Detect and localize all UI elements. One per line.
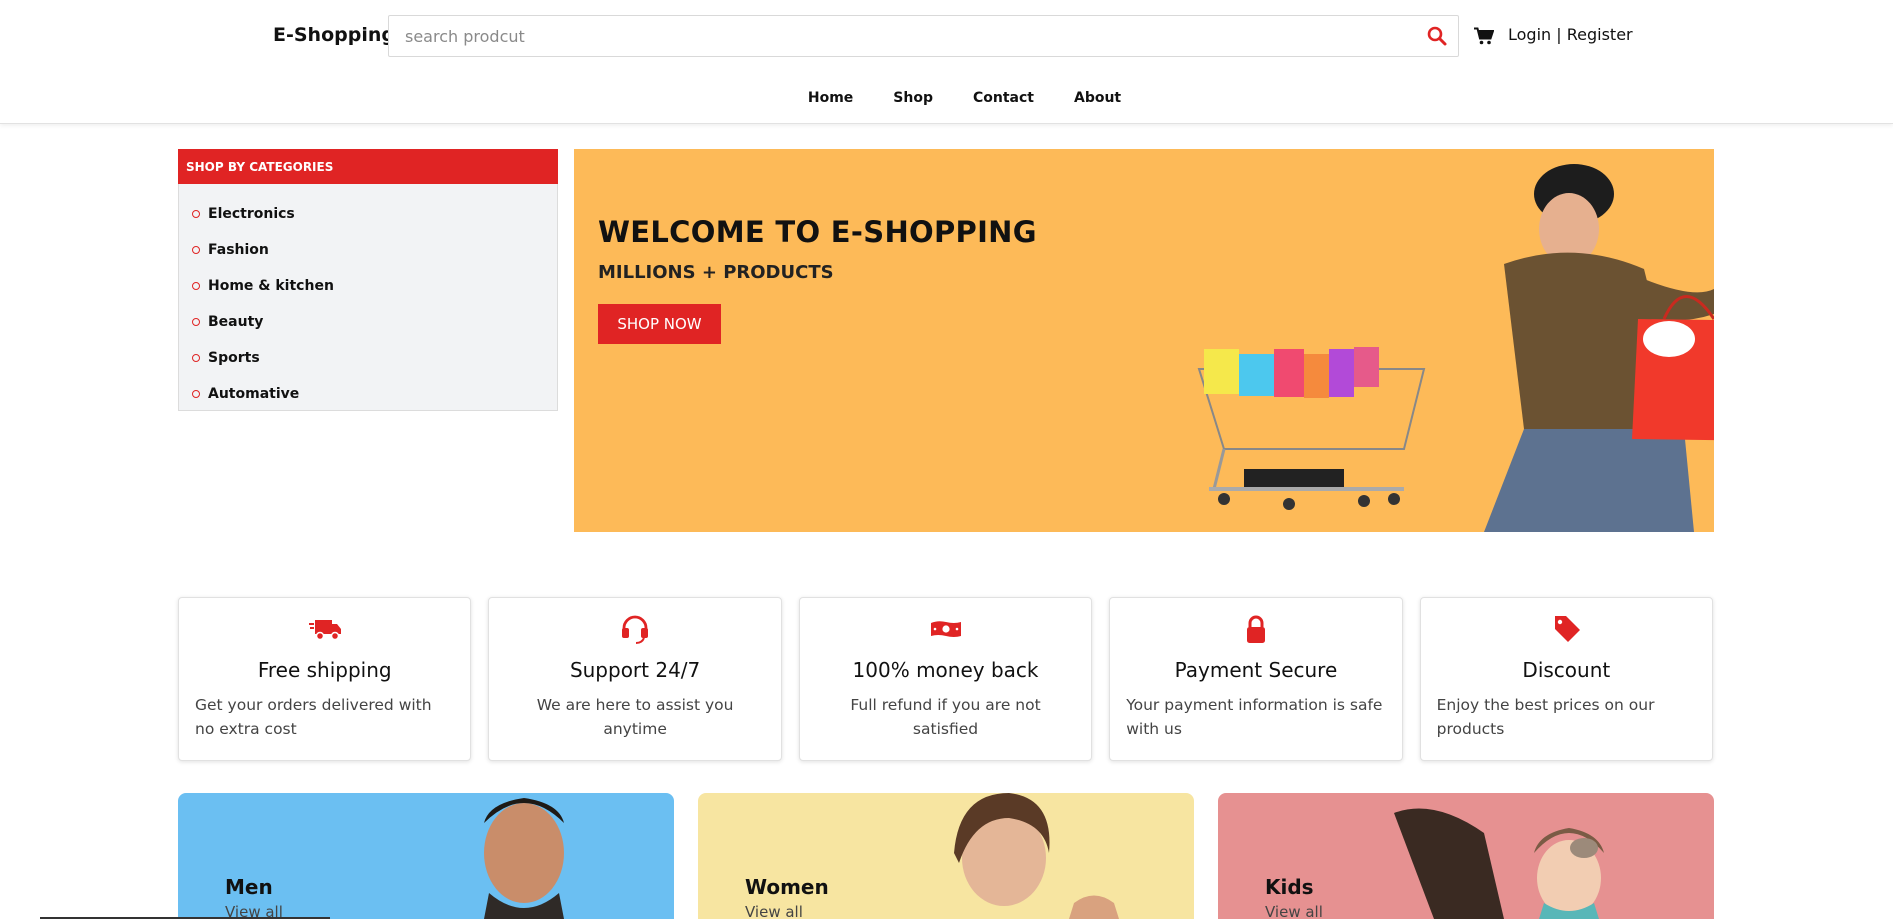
feature-text: Get your orders delivered with no extra …: [195, 696, 432, 738]
feature-card: 100% money back Full refund if you are n…: [798, 597, 1093, 761]
nav-about[interactable]: About: [1074, 90, 1121, 106]
hero-image: [1197, 164, 1714, 532]
auth-links: Login | Register: [1508, 25, 1633, 44]
category-label: Automative: [208, 386, 300, 402]
register-link[interactable]: Register: [1567, 25, 1633, 44]
feature-title: Payment Secure: [1174, 658, 1338, 682]
nav-home[interactable]: Home: [808, 90, 853, 106]
site-header: E-Shopping Login | Register Home Shop Co…: [0, 0, 1893, 124]
shop-now-button[interactable]: SHOP NOW: [598, 304, 721, 344]
men-image: [484, 798, 564, 919]
category-item-automative[interactable]: Automative: [179, 376, 557, 412]
women-image: [954, 793, 1119, 919]
search-icon[interactable]: [1426, 25, 1448, 47]
bullet-icon: [192, 354, 200, 362]
bullet-icon: [192, 390, 200, 398]
main-nav: Home Shop Contact About: [0, 90, 1893, 106]
category-tiles: Men View all Women View all Kids View al…: [178, 793, 1714, 919]
category-item-beauty[interactable]: Beauty: [179, 304, 557, 340]
category-item-sports[interactable]: Sports: [179, 340, 557, 376]
tile-title: Men: [225, 875, 273, 899]
login-link[interactable]: Login: [1508, 25, 1551, 44]
tag-icon: [1549, 614, 1583, 644]
nav-contact[interactable]: Contact: [973, 90, 1034, 106]
category-label: Home & kitchen: [208, 278, 334, 294]
category-item-fashion[interactable]: Fashion: [179, 232, 557, 268]
category-label: Sports: [208, 350, 260, 366]
features-row: Free shipping Get your orders delivered …: [178, 597, 1714, 761]
feature-text: Your payment information is safe with us: [1126, 696, 1383, 738]
feature-text: Full refund if you are not satisfied: [850, 696, 1041, 738]
category-item-electronics[interactable]: Electronics: [179, 196, 557, 232]
tile-title: Women: [745, 875, 829, 899]
bullet-icon: [192, 246, 200, 254]
category-sidebar: SHOP BY CATEGORIES Electronics Fashion H…: [178, 149, 558, 411]
search-bar: [388, 15, 1459, 57]
category-list: Electronics Fashion Home & kitchen Beaut…: [179, 184, 557, 412]
tile-women[interactable]: Women View all: [698, 793, 1194, 919]
category-item-home-kitchen[interactable]: Home & kitchen: [179, 268, 557, 304]
category-label: Fashion: [208, 242, 269, 258]
tile-kids[interactable]: Kids View all: [1218, 793, 1714, 919]
money-icon: [929, 614, 963, 644]
shopping-cart-illustration: [1197, 347, 1426, 510]
search-input[interactable]: [389, 16, 1389, 56]
feature-card: Free shipping Get your orders delivered …: [178, 597, 472, 761]
feature-text: We are here to assist you anytime: [536, 696, 734, 738]
category-label: Beauty: [208, 314, 264, 330]
view-all-link[interactable]: View all: [745, 903, 803, 919]
cart-icon[interactable]: [1474, 27, 1495, 45]
truck-icon: [308, 614, 342, 644]
bullet-icon: [192, 210, 200, 218]
feature-title: Discount: [1522, 658, 1611, 682]
hero-banner: WELCOME TO E-SHOPPING MILLIONS + PRODUCT…: [574, 149, 1714, 532]
lock-icon: [1239, 614, 1273, 644]
site-logo[interactable]: E-Shopping: [273, 24, 395, 46]
view-all-link[interactable]: View all: [1265, 903, 1323, 919]
bullet-icon: [192, 318, 200, 326]
feature-card: Discount Enjoy the best prices on our pr…: [1419, 597, 1714, 761]
feature-card: Support 24/7 We are here to assist you a…: [488, 597, 782, 761]
bullet-icon: [192, 282, 200, 290]
sidebar-title: SHOP BY CATEGORIES: [178, 149, 558, 184]
tile-title: Kids: [1265, 875, 1314, 899]
category-label: Electronics: [208, 206, 295, 222]
nav-shop[interactable]: Shop: [893, 90, 933, 106]
headset-icon: [618, 614, 652, 644]
feature-title: Support 24/7: [569, 658, 701, 682]
auth-separator: |: [1551, 25, 1567, 44]
tile-men[interactable]: Men View all: [178, 793, 674, 919]
hero-subtitle: MILLIONS + PRODUCTS: [598, 262, 834, 283]
feature-card: Payment Secure Your payment information …: [1109, 597, 1403, 761]
feature-title: Free shipping: [257, 658, 392, 682]
feature-text: Enjoy the best prices on our products: [1436, 696, 1655, 738]
kids-image: [1394, 808, 1604, 919]
feature-title: 100% money back: [852, 658, 1039, 682]
